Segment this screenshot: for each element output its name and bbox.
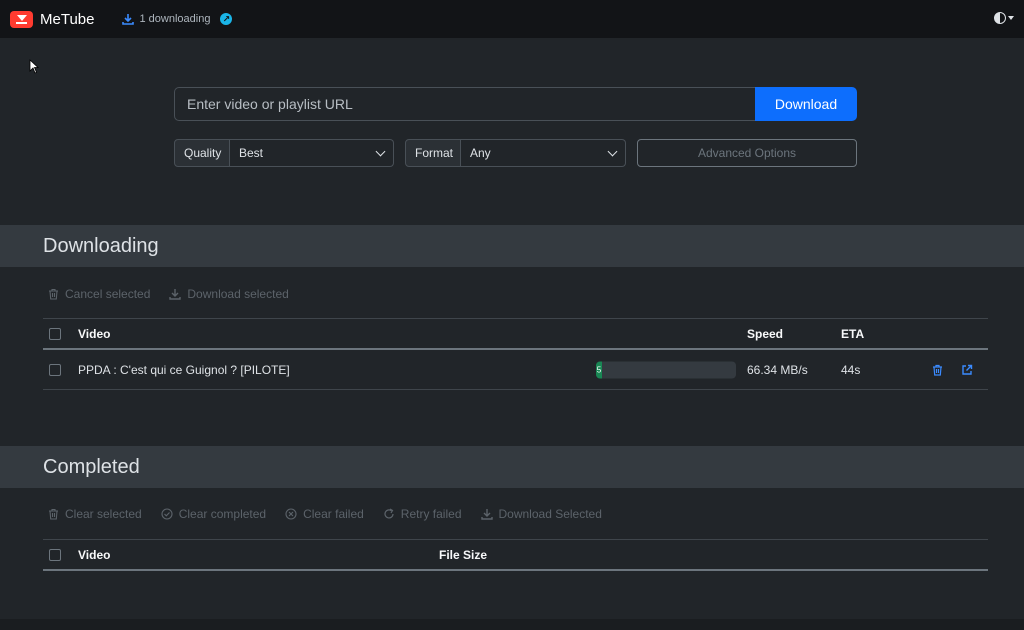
cancel-selected-button[interactable]: Cancel selected xyxy=(48,287,150,301)
quality-value: Best xyxy=(239,146,264,160)
format-group: Format Any xyxy=(405,139,626,167)
download-icon xyxy=(122,14,135,25)
trash-icon[interactable] xyxy=(932,364,943,376)
completed-table-header: Video File Size xyxy=(43,539,988,571)
cancel-selected-label: Cancel selected xyxy=(65,287,151,301)
completed-section-title: Completed xyxy=(0,446,1024,488)
col-eta: ETA xyxy=(841,326,865,341)
x-circle-icon xyxy=(285,508,297,520)
downloading-actions: Cancel selected Download selected xyxy=(48,287,308,301)
contrast-icon xyxy=(994,12,1006,24)
download-selected-completed-label: Download Selected xyxy=(498,507,602,521)
format-select[interactable]: Any xyxy=(461,139,626,167)
quality-label: Quality xyxy=(174,139,230,167)
table-row: PPDA : C'est qui ce Guignol ? [PILOTE] 5… xyxy=(43,350,988,390)
metube-logo-icon xyxy=(10,10,33,28)
check-circle-icon xyxy=(161,508,173,520)
quality-select[interactable]: Best xyxy=(230,139,394,167)
trash-icon xyxy=(49,508,58,520)
url-input[interactable] xyxy=(174,87,755,121)
col-video: Video xyxy=(78,326,111,341)
col-video: Video xyxy=(78,547,111,562)
progress-label: 5 xyxy=(596,365,602,374)
clear-selected-label: Clear selected xyxy=(65,507,142,521)
clear-failed-label: Clear failed xyxy=(303,507,364,521)
select-all-completed-checkbox[interactable] xyxy=(49,548,61,561)
download-icon xyxy=(169,289,182,300)
retry-icon xyxy=(384,508,394,519)
external-link-icon[interactable] xyxy=(961,364,973,376)
chevron-down-icon xyxy=(607,146,618,156)
download-eta: 44s xyxy=(841,362,861,377)
col-file-size: File Size xyxy=(439,547,488,562)
downloading-status-text: 1 downloading xyxy=(139,13,211,25)
theme-toggle[interactable] xyxy=(994,12,1014,24)
trash-icon xyxy=(49,288,58,300)
download-selected-button[interactable]: Download selected xyxy=(169,287,289,301)
download-speed: 66.34 MB/s xyxy=(747,362,808,377)
completed-table: Video File Size xyxy=(43,539,988,571)
clear-completed-label: Clear completed xyxy=(178,507,267,521)
caret-down-icon xyxy=(1008,16,1014,20)
footer-strip xyxy=(0,619,1024,630)
clear-selected-button[interactable]: Clear selected xyxy=(48,507,142,521)
advanced-options-button[interactable]: Advanced Options xyxy=(637,139,857,167)
downloading-section-title: Downloading xyxy=(0,225,1024,267)
clear-failed-button[interactable]: Clear failed xyxy=(285,507,364,521)
download-progress-bar: 5 xyxy=(596,361,602,378)
format-value: Any xyxy=(470,146,491,160)
retry-failed-button[interactable]: Retry failed xyxy=(383,507,462,521)
download-selected-completed-button[interactable]: Download Selected xyxy=(480,507,602,521)
format-label: Format xyxy=(405,139,461,167)
download-selected-label: Download selected xyxy=(187,287,289,301)
download-progress: 5 xyxy=(596,361,736,378)
mouse-cursor-icon xyxy=(29,59,39,74)
retry-failed-label: Retry failed xyxy=(400,507,462,521)
status-info-icon[interactable]: ↗ xyxy=(220,13,233,25)
url-form: Download xyxy=(174,87,857,121)
clear-completed-button[interactable]: Clear completed xyxy=(161,507,266,521)
brand-link[interactable]: MeTube xyxy=(10,10,95,28)
video-title: PPDA : C'est qui ce Guignol ? [PILOTE] xyxy=(78,362,290,377)
chevron-down-icon xyxy=(375,146,386,156)
navbar: MeTube 1 downloading ↗ xyxy=(0,0,1024,38)
quality-group: Quality Best xyxy=(174,139,394,167)
app-name: MeTube xyxy=(40,10,95,28)
download-icon xyxy=(480,509,493,520)
row-checkbox[interactable] xyxy=(49,363,61,376)
downloading-status[interactable]: 1 downloading xyxy=(122,13,210,25)
select-all-checkbox[interactable] xyxy=(49,327,61,340)
download-button[interactable]: Download xyxy=(755,87,857,121)
downloading-table-header: Video Speed ETA xyxy=(43,318,988,350)
downloading-table: Video Speed ETA PPDA : C'est qui ce Guig… xyxy=(43,318,988,390)
completed-actions: Clear selected Clear completed Clear fai… xyxy=(48,507,621,521)
col-speed: Speed xyxy=(747,326,784,341)
